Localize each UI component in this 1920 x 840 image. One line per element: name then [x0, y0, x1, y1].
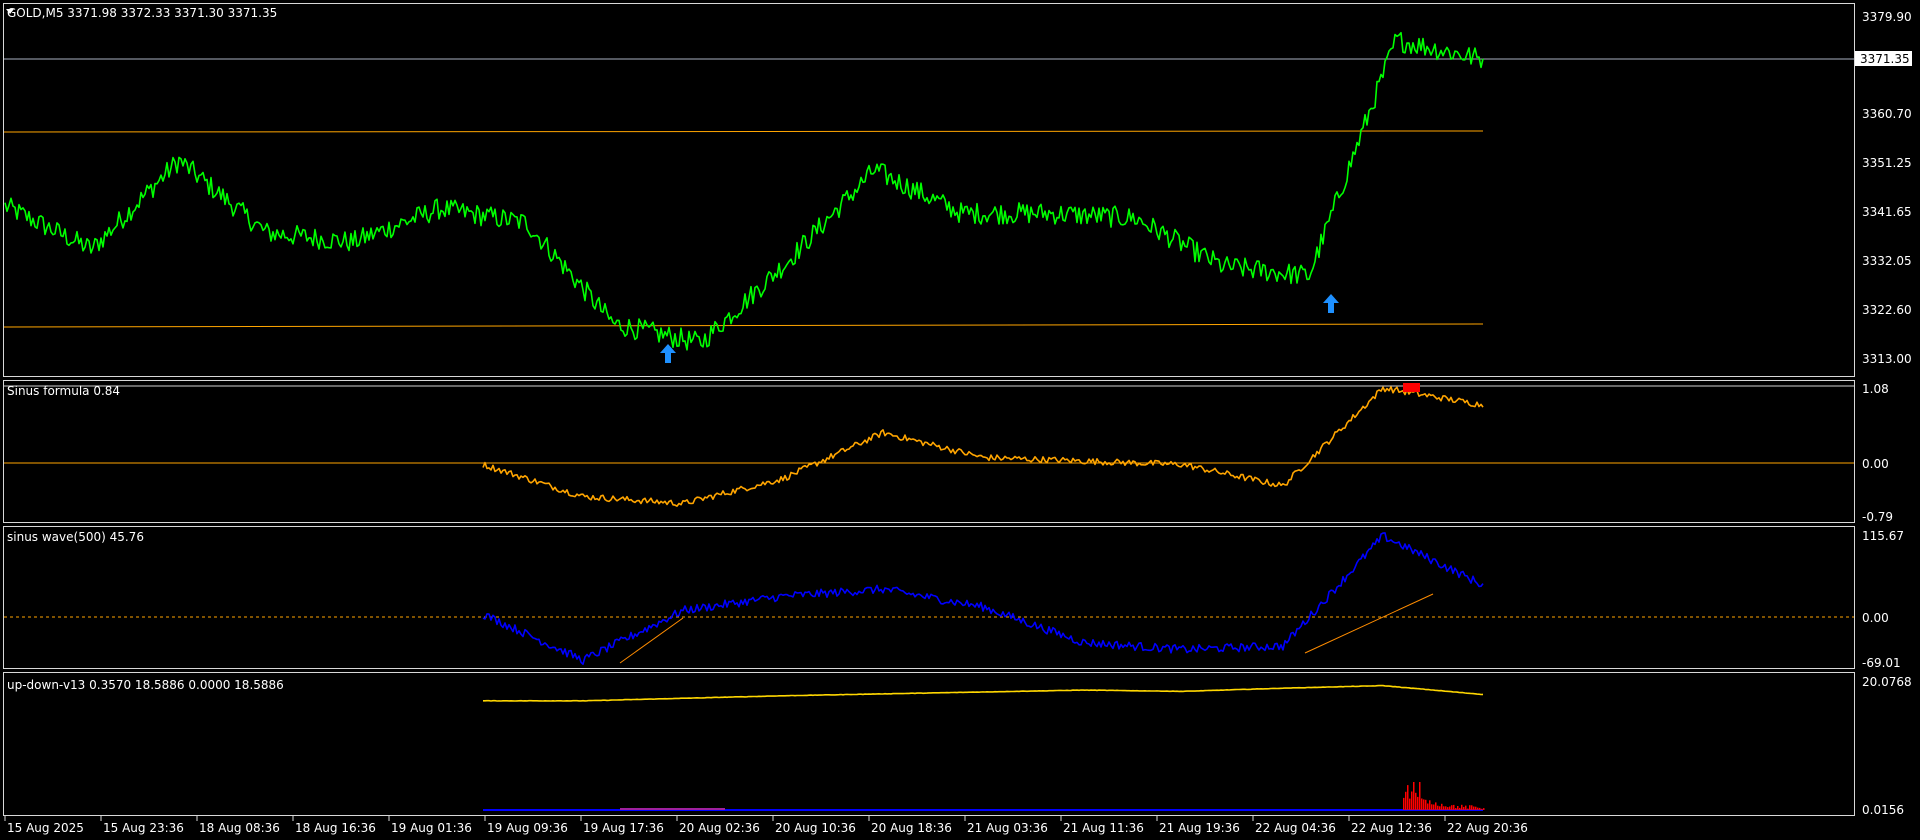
updown-bar [1463, 806, 1465, 810]
updown-bar [1441, 803, 1443, 810]
updown-bar [1419, 782, 1421, 810]
price-tick: 3341.65 [1862, 205, 1912, 219]
updown-bar [1483, 808, 1485, 810]
time-tick-label: 15 Aug 2025 [7, 821, 84, 835]
time-tick-label: 15 Aug 23:36 [103, 821, 184, 835]
updown-bar [1457, 806, 1459, 810]
updown-bar [1425, 799, 1427, 810]
updown-bar [1451, 805, 1453, 810]
time-tick-label: 19 Aug 17:36 [583, 821, 664, 835]
price-tick: 3379.90 [1862, 10, 1912, 24]
trading-chart[interactable]: GOLD,M5 3371.98 3372.33 3371.30 3371.35 … [0, 0, 1920, 840]
updown-bar [1423, 799, 1425, 810]
updown-bar [1439, 806, 1441, 810]
sinus-formula-title: Sinus formula 0.84 [7, 384, 120, 398]
updown-bar [1403, 797, 1405, 810]
updown-bar [1449, 806, 1451, 810]
updown-bar [1477, 807, 1479, 810]
sinus-wave-title: sinus wave(500) 45.76 [7, 530, 144, 544]
updown-bar [1429, 800, 1431, 810]
signal-marker [1403, 383, 1420, 392]
updown-bar [1447, 807, 1449, 810]
time-tick-label: 20 Aug 02:36 [679, 821, 760, 835]
updown-bar [1467, 808, 1469, 810]
time-tick-label: 21 Aug 19:36 [1159, 821, 1240, 835]
time-tick-label: 18 Aug 08:36 [199, 821, 280, 835]
time-tick-label: 21 Aug 11:36 [1063, 821, 1144, 835]
updown-bar [1469, 805, 1471, 810]
updown-bar [1421, 798, 1423, 810]
updown-bar [1459, 807, 1461, 810]
sinus-formula-tick: 1.08 [1862, 382, 1889, 396]
sinus-formula-tick: 0.00 [1862, 457, 1889, 471]
time-tick-label: 21 Aug 03:36 [967, 821, 1048, 835]
time-tick-label: 22 Aug 04:36 [1255, 821, 1336, 835]
sinus-wave-tick: 0.00 [1862, 611, 1889, 625]
time-tick-label: 19 Aug 09:36 [487, 821, 568, 835]
updown-bar [1473, 806, 1475, 810]
updown-bar [1433, 804, 1435, 810]
time-tick-label: 20 Aug 10:36 [775, 821, 856, 835]
time-tick-label: 22 Aug 12:36 [1351, 821, 1432, 835]
updown-bar [1475, 806, 1477, 810]
updown-bar [1461, 804, 1463, 810]
time-tick-label: 22 Aug 20:36 [1447, 821, 1528, 835]
updown-bar [1427, 803, 1429, 810]
updown-bar [1481, 808, 1483, 810]
updown-bar [1479, 807, 1481, 810]
updown-tick: 0.0156 [1862, 803, 1904, 817]
updown-bar [1407, 785, 1409, 810]
updown-bar [1445, 806, 1447, 810]
sinus-wave-tick: -69.01 [1862, 656, 1901, 670]
chart-background [0, 0, 1920, 840]
updown-bar [1413, 782, 1415, 810]
time-tick-label: 18 Aug 16:36 [295, 821, 376, 835]
updown-bar [1411, 791, 1413, 810]
updown-bar [1417, 796, 1419, 810]
main-pane-title: GOLD,M5 3371.98 3372.33 3371.30 3371.35 [7, 6, 277, 20]
price-tick: 3332.05 [1862, 254, 1912, 268]
updown-bar [1471, 805, 1473, 810]
current-price-label: 3371.35 [1860, 52, 1910, 66]
updown-bar [1415, 792, 1417, 810]
updown-title: up-down-v13 0.3570 18.5886 0.0000 18.588… [7, 678, 284, 692]
time-tick-label: 20 Aug 18:36 [871, 821, 952, 835]
updown-bar [1405, 791, 1407, 810]
updown-bar [1455, 808, 1457, 810]
updown-bar [1431, 804, 1433, 810]
sinus-formula-tick: -0.79 [1862, 510, 1893, 524]
updown-bar [1409, 798, 1411, 810]
updown-bar [1465, 805, 1467, 810]
sinus-wave-tick: 115.67 [1862, 529, 1904, 543]
updown-bar [1443, 806, 1445, 810]
updown-bar [1437, 805, 1439, 810]
updown-bar [1435, 802, 1437, 810]
price-tick: 3351.25 [1862, 156, 1912, 170]
price-tick: 3313.00 [1862, 352, 1912, 366]
time-tick-label: 19 Aug 01:36 [391, 821, 472, 835]
price-tick: 3360.70 [1862, 107, 1912, 121]
price-tick: 3322.60 [1862, 303, 1912, 317]
updown-tick: 20.0768 [1862, 675, 1912, 689]
updown-bar [1453, 804, 1455, 810]
